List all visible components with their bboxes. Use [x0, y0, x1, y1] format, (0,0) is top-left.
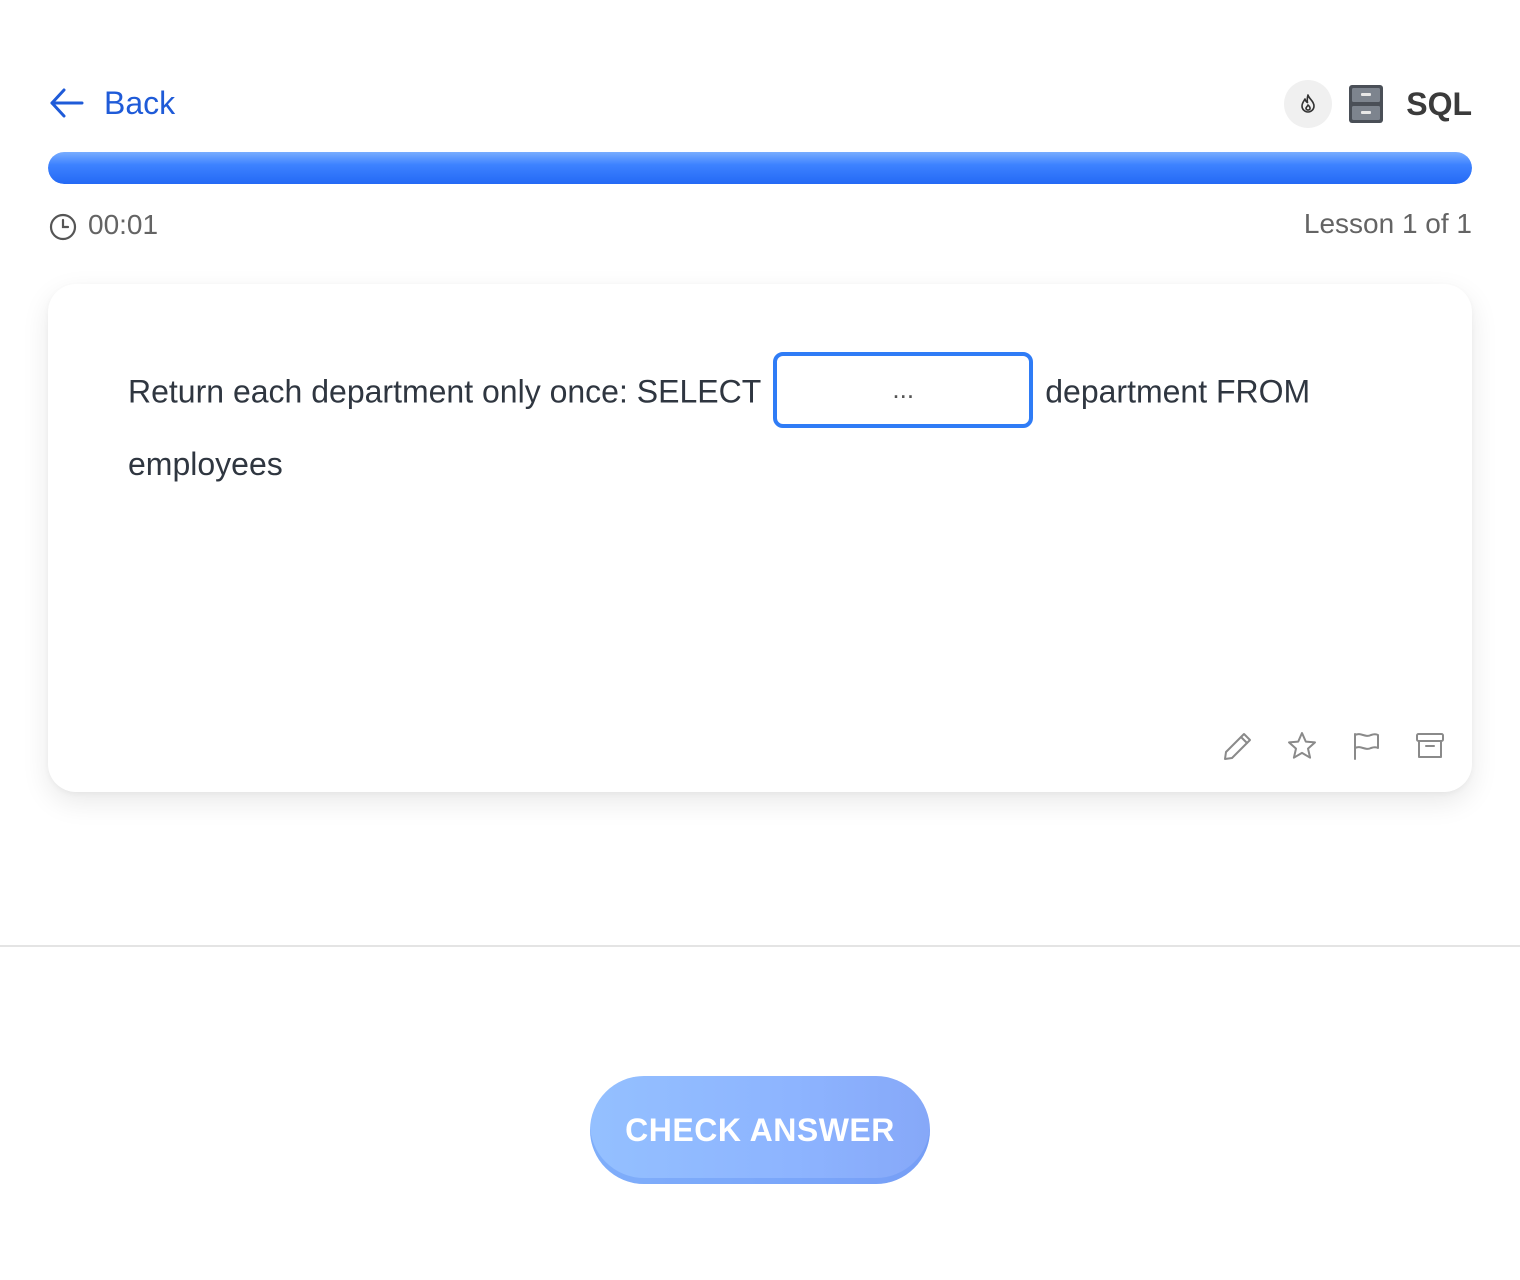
- lesson-counter: Lesson 1 of 1: [1303, 208, 1472, 239]
- favorite-button[interactable]: [1286, 730, 1318, 762]
- file-cabinet-icon: [1349, 85, 1384, 123]
- question-text-before: Return each department only once: SELECT: [128, 373, 762, 410]
- archive-button[interactable]: [1414, 730, 1446, 762]
- flag-icon: [1354, 733, 1379, 760]
- footer-divider: [0, 945, 1520, 947]
- flame-icon: [1301, 94, 1316, 113]
- timer-value: 00:01: [88, 209, 159, 240]
- lesson-meta: 00:01 Lesson 1 of 1: [48, 208, 1472, 248]
- pencil-icon: [1224, 733, 1251, 760]
- check-answer-button[interactable]: CHECK ANSWER: [590, 1076, 930, 1184]
- edit-button[interactable]: [1222, 730, 1254, 762]
- question-text: Return each department only once: SELECT…: [128, 352, 1388, 496]
- star-icon: [1288, 732, 1316, 759]
- report-button[interactable]: [1350, 730, 1382, 762]
- top-bar: Back SQL: [48, 78, 1472, 128]
- progress-fill: [48, 152, 1472, 184]
- archive-icon: [1416, 733, 1444, 758]
- back-label: Back: [104, 84, 176, 121]
- card-actions: [1190, 730, 1446, 762]
- clock-icon: [49, 213, 77, 241]
- timer: 00:01: [48, 208, 158, 242]
- answer-blank-input[interactable]: ...: [773, 352, 1034, 428]
- course-header: SQL: [1284, 80, 1472, 128]
- arrow-left-icon: [50, 88, 84, 118]
- back-button[interactable]: Back: [48, 84, 175, 122]
- question-card: Return each department only once: SELECT…: [48, 284, 1472, 792]
- streak-button[interactable]: [1284, 80, 1333, 128]
- lesson-progress-bar: [48, 152, 1472, 184]
- course-title: SQL: [1406, 85, 1472, 122]
